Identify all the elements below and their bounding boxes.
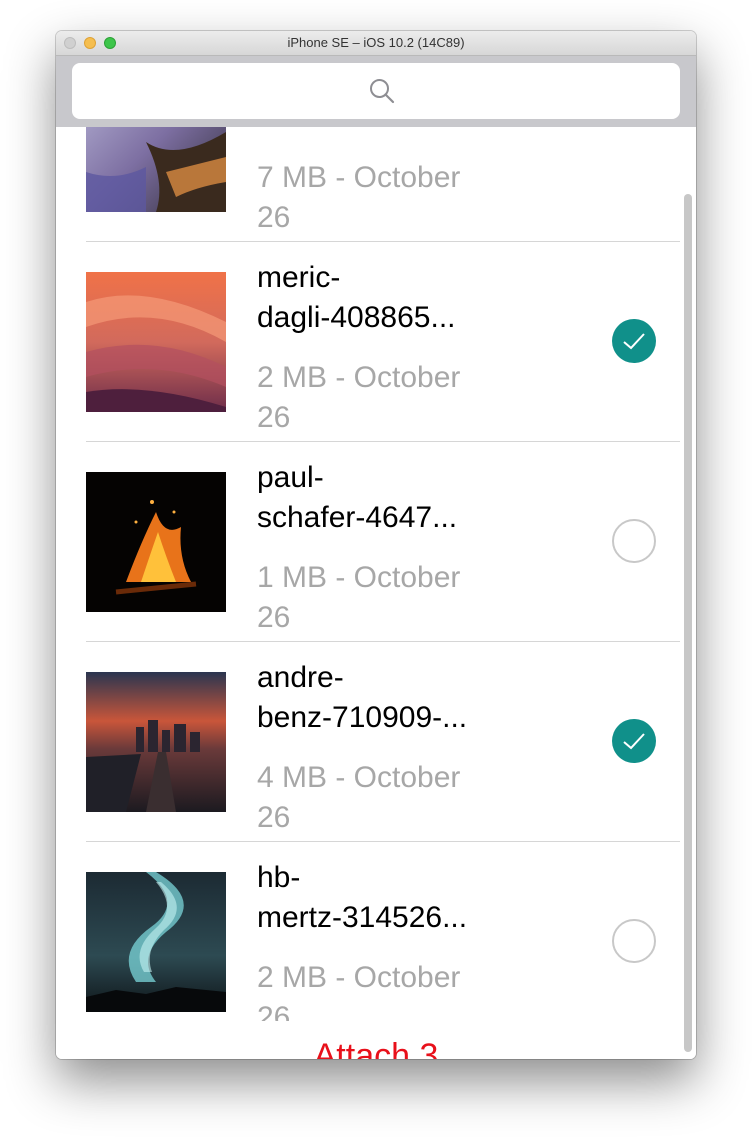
list-item[interactable]: paul- schafer-4647... 1 MB - October 26 [56, 442, 696, 642]
file-meta: 1 MB - October 26 [257, 561, 461, 634]
thumbnail-image [86, 472, 226, 612]
thumbnail-image [86, 272, 226, 412]
file-meta: 2 MB - October 26 [257, 361, 461, 434]
selection-checkbox[interactable] [612, 319, 656, 363]
window-title: iPhone SE – iOS 10.2 (14C89) [287, 35, 465, 50]
file-meta: 4 MB - October 26 [257, 761, 461, 834]
checkmark-icon [623, 333, 645, 350]
checkmark-icon [623, 733, 645, 750]
device-screen: 7 MB - October 26 meric- dagli-408865...… [56, 56, 696, 1059]
selection-checkbox[interactable] [612, 519, 656, 563]
search-icon [370, 79, 395, 104]
thumbnail-image [86, 672, 226, 812]
file-name: andre- benz-710909-... [257, 661, 468, 734]
list-item[interactable]: hb- mertz-314526... 2 MB - October 26 [56, 842, 696, 1021]
search-input[interactable] [72, 63, 680, 119]
file-name: hb- mertz-314526... [257, 861, 468, 934]
selection-checkbox[interactable] [612, 919, 656, 963]
search-bar [56, 56, 696, 127]
title-bar: iPhone SE – iOS 10.2 (14C89) [56, 31, 696, 56]
simulator-window: iPhone SE – iOS 10.2 (14C89) 7 MB - Octo… [56, 31, 696, 1059]
vertical-scrollbar[interactable] [684, 194, 692, 1052]
list-item[interactable]: meric- dagli-408865... 2 MB - October 26 [56, 242, 696, 442]
file-meta: 2 MB - October 26 [257, 961, 461, 1021]
list-item[interactable]: andre- benz-710909-... 4 MB - October 26 [56, 642, 696, 842]
file-name: meric- dagli-408865... [257, 261, 456, 334]
file-name: paul- schafer-4647... [257, 461, 458, 534]
attach-button[interactable]: Attach 3 [56, 1034, 696, 1059]
file-meta: 7 MB - October 26 [257, 161, 461, 234]
thumbnail-image [86, 872, 226, 1012]
file-list[interactable]: 7 MB - October 26 meric- dagli-408865...… [56, 56, 696, 1021]
selection-checkbox[interactable] [612, 719, 656, 763]
